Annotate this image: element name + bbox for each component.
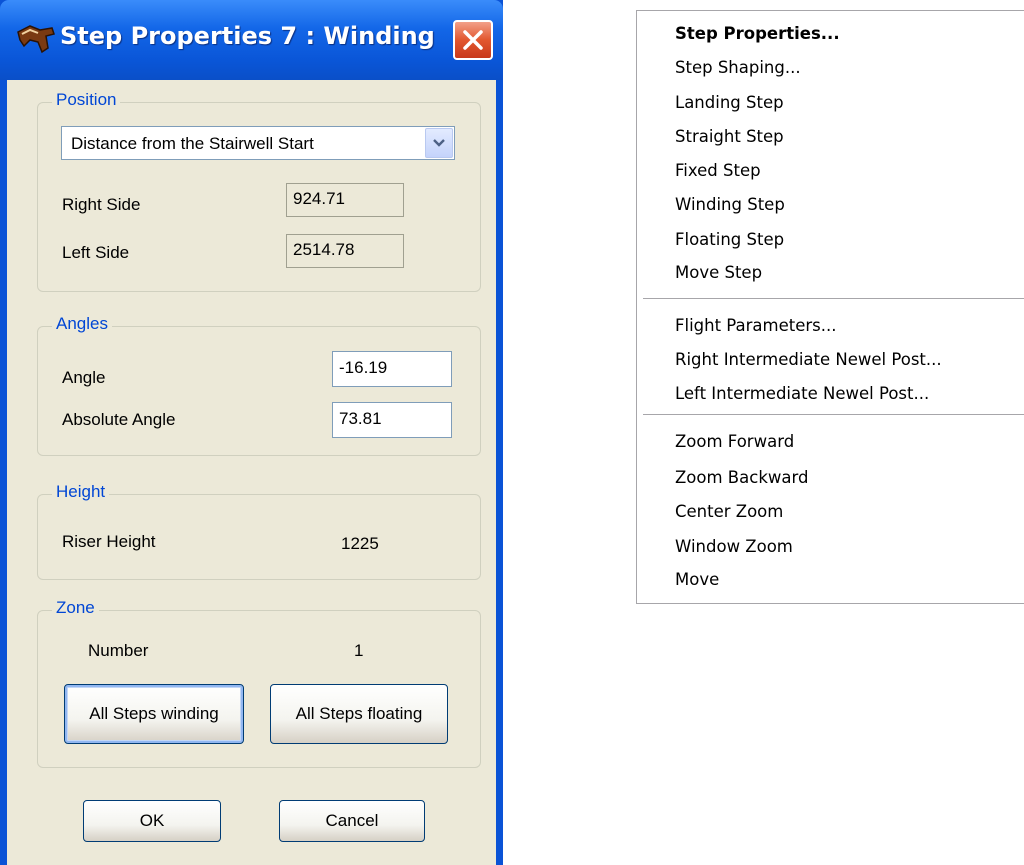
zone-number-label: Number bbox=[88, 641, 149, 660]
menu-item-zoom-forward[interactable]: Zoom Forward bbox=[675, 432, 794, 451]
menu-item-floating-step[interactable]: Floating Step bbox=[675, 230, 784, 249]
menu-item-left-newel-post[interactable]: Left Intermediate Newel Post... bbox=[675, 384, 929, 403]
absolute-angle-label: Absolute Angle bbox=[62, 410, 176, 429]
stair-app-icon bbox=[17, 25, 55, 54]
right-side-value: 924.71 bbox=[286, 183, 404, 217]
right-side-label: Right Side bbox=[62, 195, 141, 214]
all-steps-floating-button[interactable]: All Steps floating bbox=[270, 684, 448, 744]
menu-item-window-zoom[interactable]: Window Zoom bbox=[675, 537, 793, 556]
menu-separator bbox=[643, 414, 1024, 415]
title-bar[interactable]: Step Properties 7 : Winding bbox=[0, 0, 503, 80]
zone-group-label: Zone bbox=[52, 598, 99, 618]
menu-item-step-properties[interactable]: Step Properties... bbox=[675, 24, 840, 43]
menu-item-flight-parameters[interactable]: Flight Parameters... bbox=[675, 316, 836, 335]
chevron-down-icon bbox=[433, 139, 445, 147]
angle-label: Angle bbox=[62, 368, 106, 387]
dropdown-button[interactable] bbox=[425, 128, 453, 158]
context-menu: Step Properties... Step Shaping... Landi… bbox=[636, 10, 1024, 604]
height-group-label: Height bbox=[52, 482, 110, 502]
menu-item-move[interactable]: Move bbox=[675, 570, 719, 589]
angle-input[interactable]: -16.19 bbox=[332, 351, 452, 387]
menu-item-step-shaping[interactable]: Step Shaping... bbox=[675, 58, 801, 77]
riser-height-value: 1225 bbox=[341, 534, 379, 553]
menu-item-straight-step[interactable]: Straight Step bbox=[675, 127, 784, 146]
all-steps-winding-button[interactable]: All Steps winding bbox=[64, 684, 244, 744]
menu-item-center-zoom[interactable]: Center Zoom bbox=[675, 502, 783, 521]
menu-item-zoom-backward[interactable]: Zoom Backward bbox=[675, 468, 808, 487]
close-icon bbox=[463, 30, 483, 50]
menu-item-winding-step[interactable]: Winding Step bbox=[675, 195, 785, 214]
absolute-angle-input[interactable]: 73.81 bbox=[332, 402, 452, 438]
left-side-label: Left Side bbox=[62, 243, 130, 262]
position-reference-value: Distance from the Stairwell Start bbox=[71, 134, 314, 153]
riser-height-label: Riser Height bbox=[62, 532, 156, 551]
zone-number-value: 1 bbox=[354, 641, 364, 660]
ok-button[interactable]: OK bbox=[83, 800, 221, 842]
left-side-value: 2514.78 bbox=[286, 234, 404, 268]
position-reference-select[interactable]: Distance from the Stairwell Start bbox=[61, 126, 455, 160]
step-properties-dialog: Step Properties 7 : Winding Position Dis… bbox=[0, 0, 503, 865]
window-title: Step Properties 7 : Winding bbox=[60, 22, 435, 50]
cancel-button[interactable]: Cancel bbox=[279, 800, 425, 842]
menu-item-right-newel-post[interactable]: Right Intermediate Newel Post... bbox=[675, 350, 942, 369]
close-button[interactable] bbox=[453, 20, 493, 60]
menu-item-fixed-step[interactable]: Fixed Step bbox=[675, 161, 761, 180]
position-group-label: Position bbox=[52, 90, 121, 110]
menu-separator bbox=[643, 298, 1024, 299]
angles-group-label: Angles bbox=[52, 314, 112, 334]
menu-item-landing-step[interactable]: Landing Step bbox=[675, 93, 784, 112]
dialog-body: Position Distance from the Stairwell Sta… bbox=[7, 80, 496, 865]
menu-item-move-step[interactable]: Move Step bbox=[675, 263, 762, 282]
